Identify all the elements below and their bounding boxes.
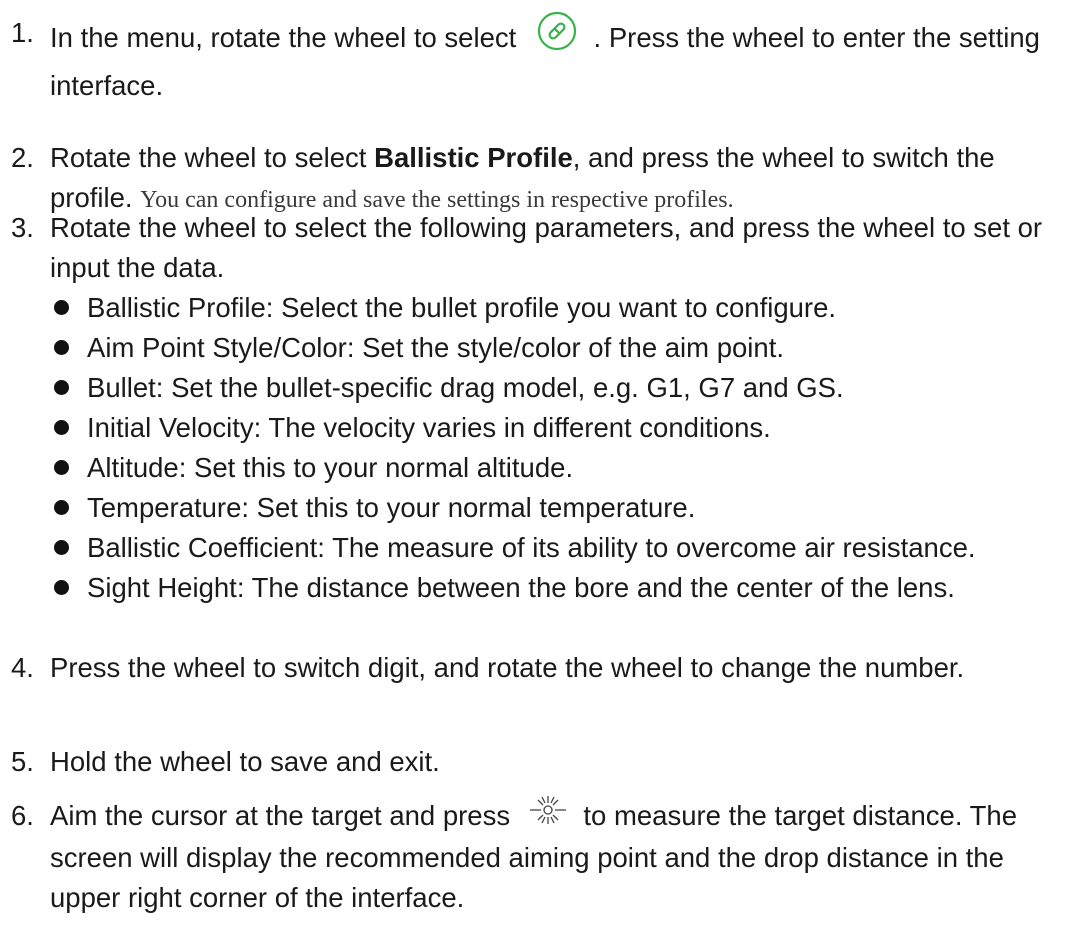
- bullet-dot: [54, 460, 69, 475]
- ballistic-profile-label: Ballistic Profile: [374, 142, 573, 173]
- step-text: Hold the wheel to save and exit.: [50, 746, 440, 777]
- list-item-text: Temperature: Set this to your normal tem…: [87, 492, 696, 523]
- ballistic-calibration-icon: [536, 10, 578, 63]
- bullet-dot: [54, 340, 69, 355]
- step-number: 5.: [11, 746, 34, 777]
- step-text: Rotate the wheel to select: [50, 142, 375, 173]
- laser-rangefinder-icon: [528, 795, 568, 836]
- list-item: Aim Point Style/Color: Set the style/col…: [50, 328, 1050, 368]
- step-5: 5. Hold the wheel to save and exit.: [0, 742, 1050, 782]
- list-item: Temperature: Set this to your normal tem…: [50, 488, 1050, 528]
- step-6: 6. Aim the cursor at the target and pres…: [0, 796, 1050, 918]
- list-item-text: Ballistic Profile: Select the bullet pro…: [87, 292, 836, 323]
- list-item: Ballistic Coefficient: The measure of it…: [50, 528, 1050, 568]
- step-3: 3. Rotate the wheel to select the follow…: [0, 208, 1050, 608]
- bullet-dot: [54, 420, 69, 435]
- bullet-dot: [54, 580, 69, 595]
- list-item: Initial Velocity: The velocity varies in…: [50, 408, 1050, 448]
- step-text: Aim the cursor at the target and press: [50, 800, 511, 831]
- step-1: 1. In the menu, rotate the wheel to sele…: [0, 10, 1050, 106]
- step-number: 4.: [11, 652, 34, 683]
- list-item-text: Ballistic Coefficient: The measure of it…: [87, 532, 976, 563]
- step-number: 3.: [11, 212, 34, 243]
- step-number: 1.: [11, 17, 34, 48]
- step-text: In the menu, rotate the wheel to select: [50, 21, 517, 53]
- list-item-text: Sight Height: The distance between the b…: [87, 572, 955, 603]
- parameter-list: Ballistic Profile: Select the bullet pro…: [50, 288, 1050, 608]
- step-text: Rotate the wheel to select the following…: [50, 212, 1043, 283]
- bullet-dot: [54, 380, 69, 395]
- list-item-text: Bullet: Set the bullet-specific drag mod…: [87, 372, 844, 403]
- list-item: Ballistic Profile: Select the bullet pro…: [50, 288, 1050, 328]
- list-item: Altitude: Set this to your normal altitu…: [50, 448, 1050, 488]
- list-item-text: Aim Point Style/Color: Set the style/col…: [87, 332, 784, 363]
- bullet-dot: [54, 300, 69, 315]
- step-number: 2.: [11, 142, 34, 173]
- list-item-text: Altitude: Set this to your normal altitu…: [87, 452, 574, 483]
- step-4: 4. Press the wheel to switch digit, and …: [0, 648, 1050, 688]
- list-item-text: Initial Velocity: The velocity varies in…: [87, 412, 771, 443]
- bullet-dot: [54, 500, 69, 515]
- list-item: Sight Height: The distance between the b…: [50, 568, 1050, 608]
- bullet-dot: [54, 540, 69, 555]
- list-item: Bullet: Set the bullet-specific drag mod…: [50, 368, 1050, 408]
- step-text: Press the wheel to switch digit, and rot…: [50, 652, 965, 683]
- step-number: 6.: [11, 800, 34, 831]
